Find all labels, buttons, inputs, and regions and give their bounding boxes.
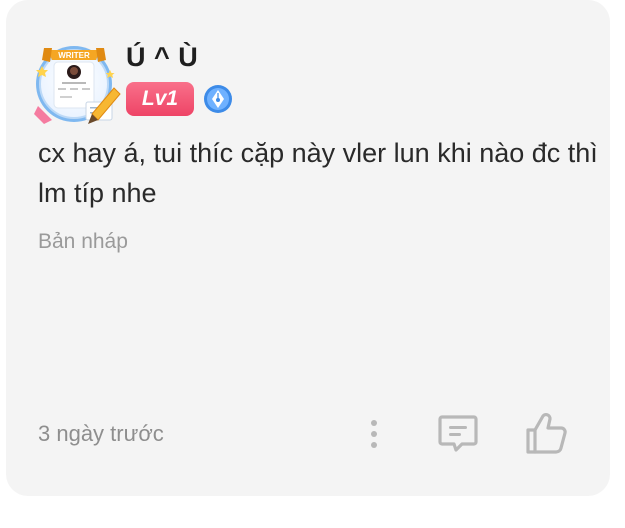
comment-timestamp: 3 ngày trước — [38, 421, 164, 446]
draft-status: Bản nháp — [38, 230, 128, 253]
comment-text: cx hay á, tui thíc cặp này vler lun khi … — [38, 138, 598, 208]
comment-card: WRITER Ú ^ Ù Lv1 cx hay á, tui thíc cặp … — [6, 0, 610, 496]
comment-icon — [438, 415, 478, 452]
more-options-button[interactable] — [362, 416, 386, 452]
username[interactable]: Ú ^ Ù — [126, 42, 198, 73]
reply-button[interactable] — [436, 412, 480, 456]
avatar-frame-label: WRITER — [58, 51, 90, 60]
level-badge: Lv1 — [126, 82, 194, 116]
thumbs-up-icon — [526, 413, 567, 454]
avatar[interactable]: WRITER — [30, 36, 122, 128]
pen-nib-badge-icon — [203, 84, 233, 114]
like-button[interactable] — [524, 410, 568, 456]
more-vertical-icon — [371, 420, 377, 448]
avatar-writer-frame-icon: WRITER — [34, 46, 121, 124]
